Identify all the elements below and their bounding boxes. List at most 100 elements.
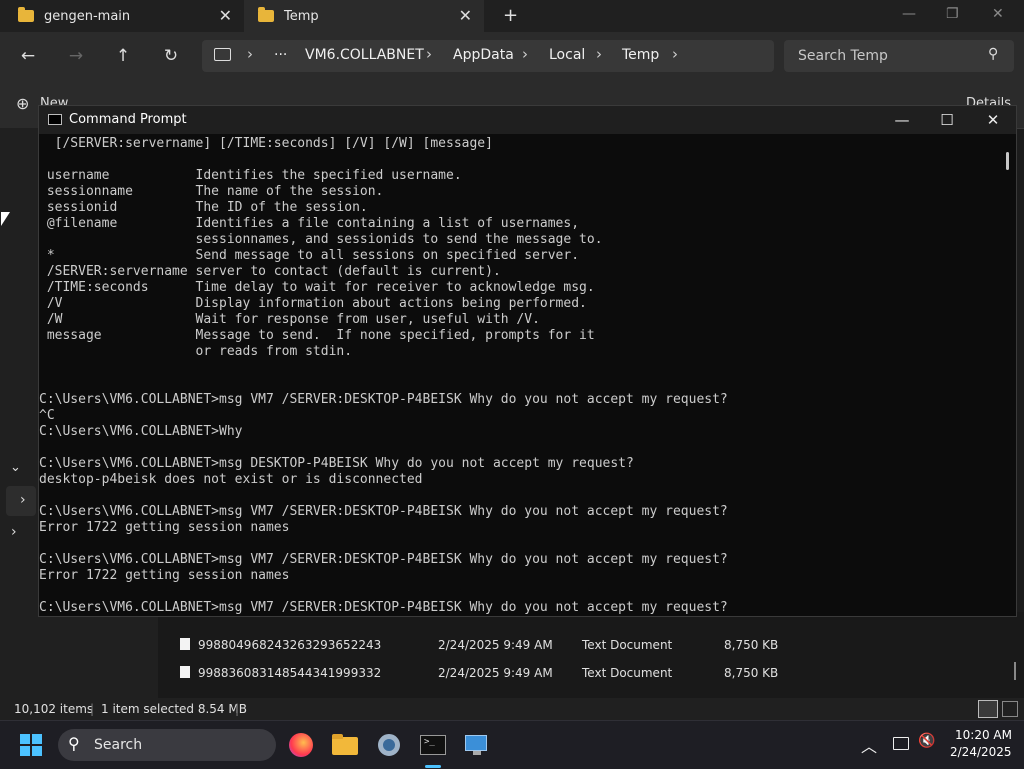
taskbar-search-label: Search: [94, 737, 143, 753]
terminal-icon: [48, 114, 62, 125]
network-icon[interactable]: [893, 737, 909, 750]
console-line: /TIME:seconds Time delay to wait for rec…: [39, 280, 595, 295]
console-line: @filename Identifies a file containing a…: [39, 216, 580, 231]
file-date: 2/24/2025 9:49 AM: [438, 638, 553, 652]
taskbar-search[interactable]: ⚲ Search: [58, 729, 276, 761]
console-line: desktop-p4beisk does not exist or is dis…: [39, 472, 423, 487]
search-box[interactable]: Search Temp ⚲: [784, 40, 1014, 72]
remote-desktop-icon[interactable]: [461, 729, 493, 761]
divider: |: [90, 702, 95, 716]
tab-label: Temp: [284, 8, 319, 24]
details-view-icon[interactable]: [978, 700, 998, 718]
tab-label: gengen-main: [44, 8, 131, 24]
search-icon: ⚲: [988, 46, 999, 62]
console-line: C:\Users\VM6.COLLABNET>msg VM7 /SERVER:D…: [39, 504, 728, 519]
command-prompt-window[interactable]: Command Prompt — ☐ ✕ [/SERVER:servername…: [38, 105, 1017, 617]
breadcrumb-vm6[interactable]: VM6.COLLABNET: [305, 47, 424, 63]
taskbar: ⚲ Search >_ ︿ 🔇 10:20 AM 2/24/2025: [0, 720, 1024, 769]
scrollbar-thumb[interactable]: [1006, 152, 1009, 170]
console-line: sessionnames, and sessionids to send the…: [39, 232, 603, 247]
clock-date[interactable]: 2/24/2025: [950, 745, 1012, 759]
file-name: 9988049682432632936522​43: [198, 638, 382, 652]
file-date: 2/24/2025 9:49 AM: [438, 666, 553, 680]
console-line: /V Display information about actions bei…: [39, 296, 587, 311]
console-line: C:\Users\VM6.COLLABNET>Why: [39, 424, 243, 439]
tiles-view-icon[interactable]: [1002, 701, 1018, 717]
clock-time[interactable]: 10:20 AM: [955, 728, 1012, 742]
console-line: [/SERVER:servername] [/TIME:seconds] [/V…: [39, 136, 493, 151]
console-line: C:\Users\VM6.COLLABNET>msg VM7 /SERVER:D…: [39, 552, 728, 567]
breadcrumb-temp[interactable]: Temp: [622, 47, 659, 63]
close-icon[interactable]: ✕: [973, 109, 1013, 131]
refresh-icon[interactable]: ↻: [159, 44, 183, 68]
file-size: 8,750 KB: [724, 666, 779, 680]
console-output[interactable]: [/SERVER:servername] [/TIME:seconds] [/V…: [39, 134, 999, 616]
chevron-right-icon: ›: [426, 45, 432, 63]
breadcrumb-appdata[interactable]: AppData: [453, 47, 514, 63]
table-row[interactable]: 9988049682432632936522​43 2/24/2025 9:49…: [158, 630, 1024, 658]
file-type: Text Document: [582, 638, 673, 652]
minimize-icon[interactable]: —: [882, 109, 922, 131]
status-bar: 10,102 items | 1 item selected 8.54 MB |: [0, 698, 1024, 720]
folder-icon: [258, 7, 274, 22]
firefox-icon[interactable]: [285, 729, 317, 761]
chevron-right-icon: ›: [522, 45, 528, 63]
forward-arrow-icon[interactable]: →: [64, 44, 88, 68]
divider: |: [235, 702, 240, 716]
chevron-right-icon: ›: [247, 45, 253, 63]
new-tab-button[interactable]: +: [503, 5, 518, 26]
console-line: message Message to send. If none specifi…: [39, 328, 595, 343]
console-line: C:\Users\VM6.COLLABNET>msg DESKTOP-P4BEI…: [39, 456, 634, 471]
chevron-up-icon[interactable]: ︿: [861, 733, 877, 757]
cmd-window-title: Command Prompt: [69, 112, 187, 127]
tab-gengen-main[interactable]: gengen-main ✕: [0, 0, 244, 32]
close-tab-icon[interactable]: ✕: [219, 6, 232, 25]
console-line: Error 1722 getting session names: [39, 520, 290, 535]
search-icon: ⚲: [68, 734, 80, 753]
chevron-right-icon: ›: [596, 45, 602, 63]
chevron-right-icon[interactable]: ›: [11, 524, 17, 540]
console-line: /W Wait for response from user, useful w…: [39, 312, 540, 327]
item-count: 10,102 items: [14, 702, 94, 716]
search-input[interactable]: Search Temp: [798, 48, 888, 64]
console-line: Error 1722 getting session names: [39, 568, 290, 583]
breadcrumb-more[interactable]: ···: [274, 47, 287, 63]
console-line: * Send message to all sessions on specif…: [39, 248, 580, 263]
tab-temp[interactable]: Temp ✕: [244, 0, 484, 32]
new-icon[interactable]: ⊕: [16, 94, 29, 113]
console-line: C:\Users\VM6.COLLABNET>msg VM7 /SERVER:D…: [39, 600, 728, 615]
up-arrow-icon[interactable]: ↑: [111, 44, 135, 68]
settings-gear-icon[interactable]: [373, 729, 405, 761]
close-icon[interactable]: ✕: [992, 6, 1004, 22]
explorer-tab-bar: gengen-main ✕ Temp ✕ + — ❐ ✕: [0, 0, 1024, 32]
windows-start-icon[interactable]: [20, 734, 42, 756]
chevron-down-icon[interactable]: ⌄: [10, 460, 21, 475]
console-line: ^C: [39, 408, 55, 423]
file-type: Text Document: [582, 666, 673, 680]
console-line: /SERVER:servername server to contact (de…: [39, 264, 501, 279]
mouse-cursor-icon: [1, 212, 10, 226]
cmd-title-bar[interactable]: Command Prompt — ☐ ✕: [39, 106, 1016, 134]
maximize-icon[interactable]: ❐: [946, 6, 959, 22]
console-line: C:\Users\VM6.COLLABNET>msg VM7 /SERVER:D…: [39, 392, 728, 407]
computer-icon: [214, 48, 231, 61]
scrollbar[interactable]: [1014, 662, 1016, 680]
file-list: 9988049682432632936522​43 2/24/2025 9:49…: [158, 612, 1024, 698]
chevron-right-icon: ›: [672, 45, 678, 63]
file-name: 9988360831485443419993​32: [198, 666, 382, 680]
file-explorer-icon[interactable]: [329, 729, 361, 761]
breadcrumb-local[interactable]: Local: [549, 47, 585, 63]
console-line: sessionid The ID of the session.: [39, 200, 368, 215]
text-file-icon: [180, 638, 190, 650]
selection-info: 1 item selected 8.54 MB: [101, 702, 247, 716]
minimize-icon[interactable]: —: [902, 6, 916, 22]
table-row[interactable]: 9988360831485443419993​32 2/24/2025 9:49…: [158, 658, 1024, 686]
maximize-icon[interactable]: ☐: [927, 109, 967, 131]
console-line: sessionname The name of the session.: [39, 184, 384, 199]
terminal-icon[interactable]: >_: [417, 729, 449, 761]
text-file-icon: [180, 666, 190, 678]
chevron-right-icon[interactable]: ›: [20, 492, 26, 508]
volume-muted-icon[interactable]: 🔇: [918, 733, 935, 749]
back-arrow-icon[interactable]: ←: [16, 44, 40, 68]
close-tab-icon[interactable]: ✕: [459, 6, 472, 25]
